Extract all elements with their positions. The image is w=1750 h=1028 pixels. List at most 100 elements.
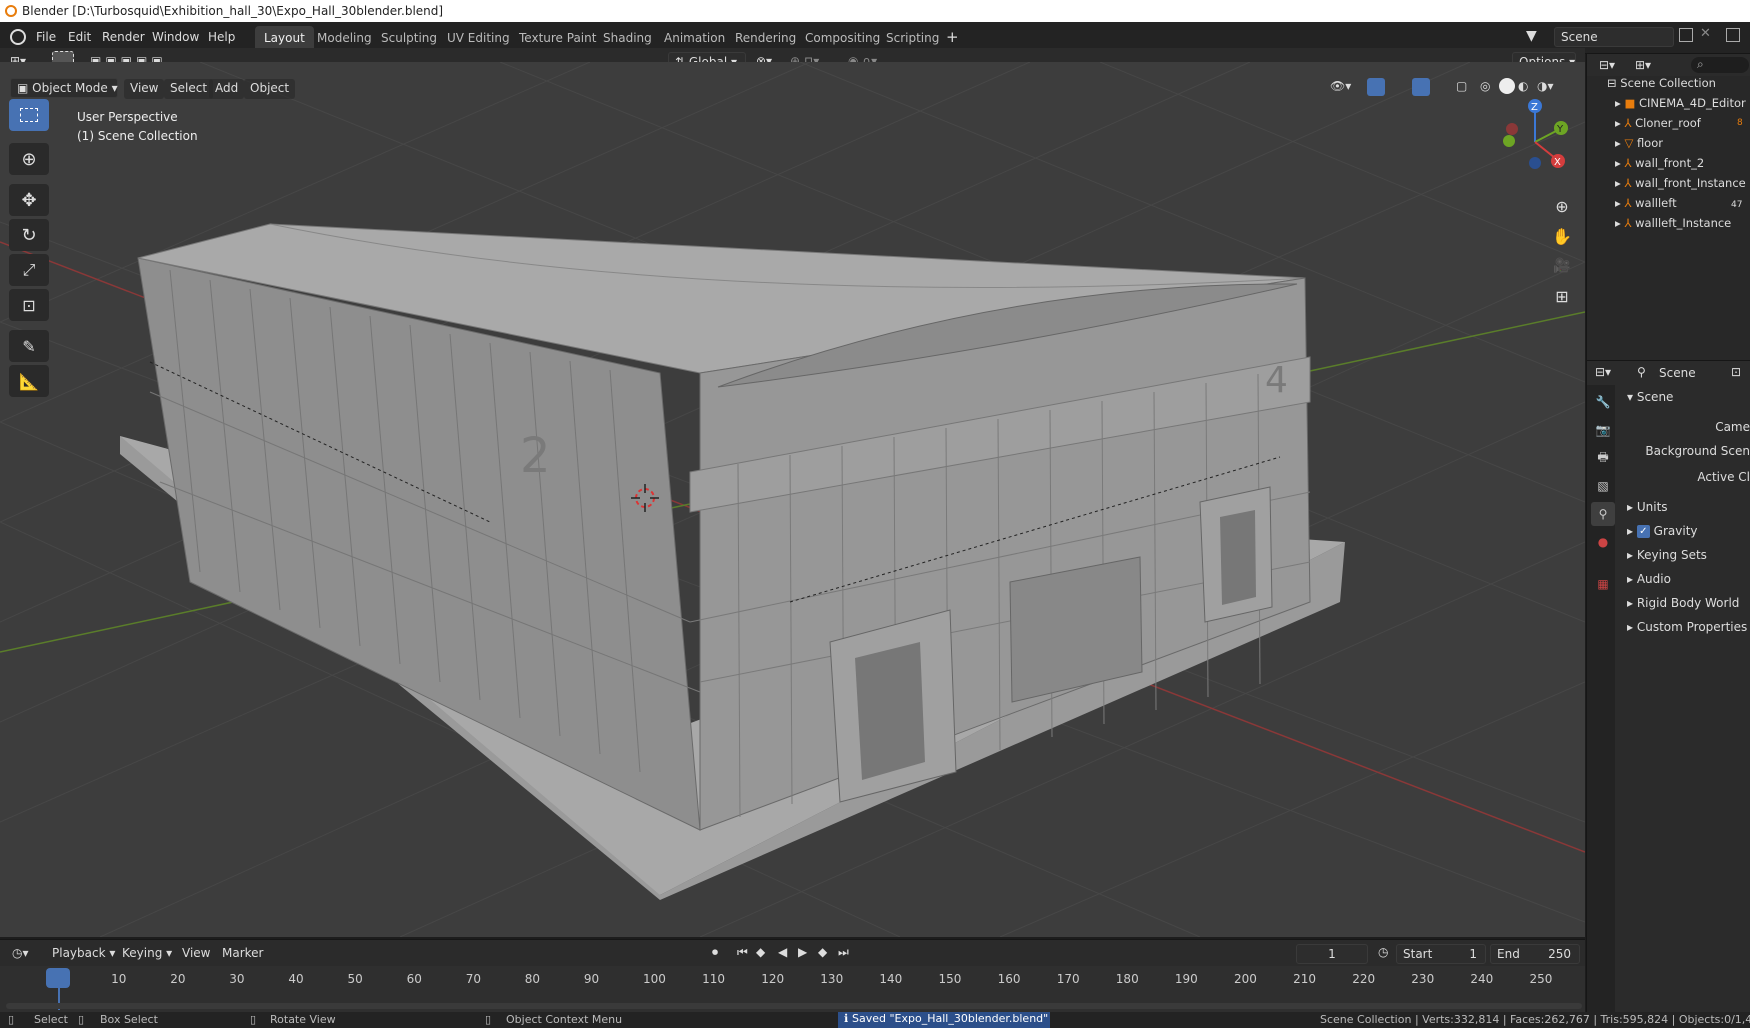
- playhead[interactable]: [46, 968, 70, 988]
- zoom-icon[interactable]: ⊕: [1548, 192, 1576, 220]
- gravity-checkbox[interactable]: ✓: [1636, 525, 1650, 538]
- blender-menu-icon[interactable]: [10, 29, 26, 45]
- play-reverse-icon[interactable]: ◀: [778, 945, 787, 959]
- shading-rendered-icon[interactable]: ◑▾: [1537, 79, 1554, 93]
- tab-sculpting[interactable]: Sculpting: [372, 26, 446, 50]
- viewport-menu-object[interactable]: Object: [244, 79, 296, 99]
- tab-shading[interactable]: Shading: [594, 26, 661, 50]
- camera-view-icon[interactable]: 🎥: [1548, 252, 1576, 280]
- texture-props-icon[interactable]: ▦: [1591, 572, 1615, 596]
- outliner-item[interactable]: ▸ ▽ floor: [1587, 136, 1750, 156]
- outliner-root[interactable]: ⊟ Scene Collection: [1587, 76, 1750, 96]
- view-layer-icon[interactable]: [1726, 28, 1740, 42]
- menu-render[interactable]: Render: [102, 30, 145, 44]
- render-props-icon[interactable]: 📷: [1591, 418, 1615, 442]
- outliner-item[interactable]: ▸ ⅄ Cloner_roof: [1587, 116, 1750, 136]
- properties-editor-icon[interactable]: ⊟▾: [1595, 365, 1611, 379]
- play-icon[interactable]: ▶: [798, 945, 807, 959]
- xray-toggle-icon[interactable]: ▢: [1456, 79, 1467, 93]
- scale-tool[interactable]: ⤢: [9, 254, 49, 286]
- timeline-menu-keying[interactable]: Keying ▾: [122, 946, 172, 960]
- outliner-editor-icon[interactable]: ⊟▾: [1599, 58, 1615, 72]
- overlay-toggle-icon[interactable]: [1412, 78, 1430, 96]
- viewport-menu-select[interactable]: Select: [164, 79, 214, 99]
- world-props-icon[interactable]: ●: [1591, 530, 1615, 554]
- rotate-tool[interactable]: ↻: [9, 219, 49, 251]
- preview-range-icon[interactable]: ◷: [1378, 945, 1388, 959]
- search-icon[interactable]: ⌕: [1691, 57, 1749, 73]
- tab-modeling[interactable]: Modeling: [308, 26, 381, 50]
- panel-units[interactable]: ▸ Units: [1627, 500, 1668, 514]
- outliner-item[interactable]: ▸ ⅄ wallleft_Instance: [1587, 216, 1750, 236]
- add-workspace-icon[interactable]: +: [946, 28, 959, 46]
- new-scene-icon[interactable]: [1679, 28, 1693, 42]
- shading-material-icon[interactable]: ◐: [1518, 79, 1528, 93]
- measure-tool[interactable]: 📐: [9, 365, 49, 397]
- tab-uv-editing[interactable]: UV Editing: [438, 26, 519, 50]
- outliner-item[interactable]: ▸ ⅄ wallleft: [1587, 196, 1750, 216]
- status-rotate-view: Rotate View: [270, 1013, 336, 1026]
- outliner-item[interactable]: ▸ ⅄ wall_front_Instance: [1587, 176, 1750, 196]
- tab-layout[interactable]: Layout: [255, 26, 314, 50]
- panel-rigid-body-world[interactable]: ▸ Rigid Body World: [1627, 596, 1739, 610]
- prev-keyframe-icon[interactable]: ◆: [756, 945, 765, 959]
- panel-keying-sets[interactable]: ▸ Keying Sets: [1627, 548, 1707, 562]
- shading-wireframe-icon[interactable]: ◎: [1480, 79, 1490, 93]
- viewport-menu-view[interactable]: View: [124, 79, 165, 99]
- view-layer-props-icon[interactable]: ▧: [1591, 474, 1615, 498]
- jump-start-icon[interactable]: ⏮: [737, 945, 748, 960]
- annotate-tool[interactable]: ✎: [9, 330, 49, 362]
- outliner-item[interactable]: ▸ ⅄ wall_front_2: [1587, 156, 1750, 176]
- tab-animation[interactable]: Animation: [655, 26, 734, 50]
- outliner-item[interactable]: ▸ ■ CINEMA_4D_Editor: [1587, 96, 1750, 116]
- object-mode-dropdown[interactable]: ▣ Object Mode ▾: [10, 78, 118, 98]
- timeline-scrollbar[interactable]: [6, 1003, 1582, 1009]
- tab-compositing[interactable]: Compositing: [796, 26, 889, 50]
- scene-section-header[interactable]: ▾ Scene: [1627, 390, 1673, 404]
- window-title: Blender [D:\Turbosquid\Exhibition_hall_3…: [22, 4, 444, 18]
- start-frame-field[interactable]: Start 1: [1396, 944, 1486, 964]
- end-frame-field[interactable]: End 250: [1490, 944, 1580, 964]
- tab-scripting[interactable]: Scripting: [877, 26, 948, 50]
- 3d-viewport[interactable]: 2 4 Z Y X User Perspective (1) Scene Col…: [0, 62, 1585, 937]
- record-icon[interactable]: ⏺: [712, 945, 718, 960]
- tab-rendering[interactable]: Rendering: [726, 26, 805, 50]
- scene-selector[interactable]: Scene: [1554, 27, 1674, 47]
- shading-solid-icon[interactable]: [1499, 78, 1515, 94]
- timeline-menu-marker[interactable]: Marker: [222, 946, 263, 960]
- viewport-menu-add[interactable]: Add: [209, 79, 245, 99]
- timeline-editor-icon[interactable]: ◷▾: [12, 946, 29, 960]
- gizmo-toggle-icon[interactable]: [1367, 78, 1385, 96]
- pin-icon[interactable]: ⊡: [1731, 365, 1741, 379]
- timeline-tick-label: 140: [879, 972, 903, 986]
- transform-tool[interactable]: ⊡: [9, 289, 49, 321]
- menu-help[interactable]: Help: [208, 30, 235, 44]
- timeline-tick-label: 240: [1470, 972, 1494, 986]
- scene-icon[interactable]: ▼: [1526, 28, 1537, 44]
- scene-props-tab-icon[interactable]: ⚲: [1591, 502, 1615, 526]
- menu-window[interactable]: Window: [152, 30, 199, 44]
- visibility-eye-icon[interactable]: 👁▾: [1330, 79, 1351, 93]
- ortho-grid-icon[interactable]: ⊞: [1548, 282, 1576, 310]
- timeline-tick-label: 20: [170, 972, 186, 986]
- next-keyframe-icon[interactable]: ◆: [818, 945, 827, 959]
- select-box-tool[interactable]: [9, 99, 49, 131]
- tab-texture-paint[interactable]: Texture Paint: [510, 26, 605, 50]
- current-frame-field[interactable]: 1: [1296, 944, 1368, 964]
- cursor-tool[interactable]: ⊕: [9, 143, 49, 175]
- panel-custom-properties[interactable]: ▸ Custom Properties: [1627, 620, 1747, 634]
- select-box-icon: [20, 108, 38, 122]
- display-mode-icon[interactable]: ⊞▾: [1635, 58, 1651, 72]
- jump-end-icon[interactable]: ⏭: [838, 945, 849, 960]
- timeline-menu-view[interactable]: View: [182, 946, 210, 960]
- panel-audio[interactable]: ▸ Audio: [1627, 572, 1671, 586]
- menu-edit[interactable]: Edit: [68, 30, 91, 44]
- move-tool[interactable]: ✥: [9, 184, 49, 216]
- timeline-menu-playback[interactable]: Playback ▾: [52, 946, 115, 960]
- pan-hand-icon[interactable]: ✋: [1548, 222, 1576, 250]
- delete-scene-icon[interactable]: ✕: [1700, 26, 1711, 41]
- panel-gravity[interactable]: ▸ ✓ Gravity: [1627, 524, 1698, 538]
- output-props-icon[interactable]: 🖶: [1591, 446, 1615, 470]
- menu-file[interactable]: File: [36, 30, 56, 44]
- tool-props-icon[interactable]: 🔧: [1591, 390, 1615, 414]
